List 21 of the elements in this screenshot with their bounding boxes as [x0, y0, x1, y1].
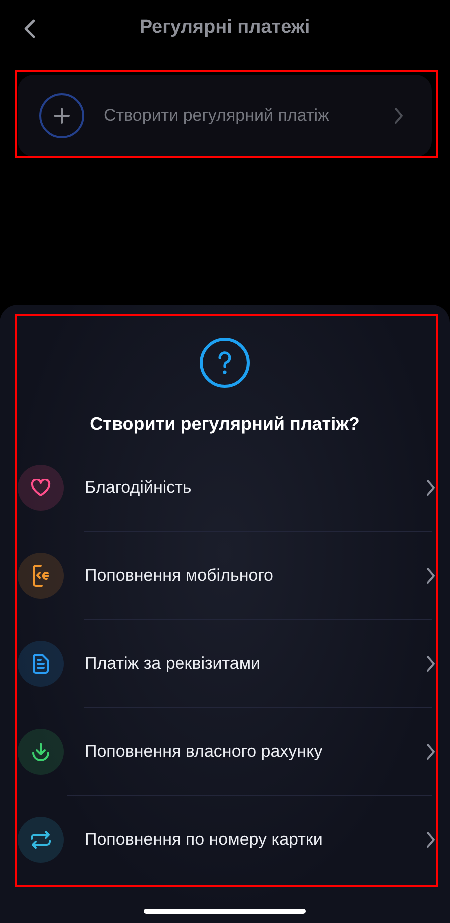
- screen-title: Регулярні платежі: [140, 17, 310, 39]
- download-icon: [31, 742, 51, 762]
- payment-option[interactable]: Платіж за реквізитами: [0, 620, 450, 707]
- phone-exchange-icon: [32, 564, 50, 586]
- payment-option[interactable]: Поповнення власного рахунку: [0, 708, 450, 795]
- question-circle-icon: [200, 338, 250, 388]
- plus-circle-icon: [39, 93, 85, 139]
- transfer-arrows-icon: [30, 830, 52, 850]
- chevron-right-icon: [426, 742, 436, 760]
- create-payment-card[interactable]: Створити регулярний платіж: [18, 75, 432, 157]
- payment-option[interactable]: Поповнення мобільного: [0, 532, 450, 619]
- chevron-right-icon: [394, 107, 404, 125]
- payment-option[interactable]: Благодійність: [0, 444, 450, 531]
- chevron-right-icon: [426, 566, 436, 584]
- payment-option[interactable]: Поповнення по номеру картки: [0, 796, 450, 883]
- document-icon: [33, 654, 49, 674]
- sheet-title: Створити регулярний платіж?: [90, 414, 360, 435]
- chevron-right-icon: [426, 478, 436, 496]
- chevron-right-icon: [426, 654, 436, 672]
- heart-icon: [31, 478, 51, 496]
- chevron-right-icon: [426, 830, 436, 848]
